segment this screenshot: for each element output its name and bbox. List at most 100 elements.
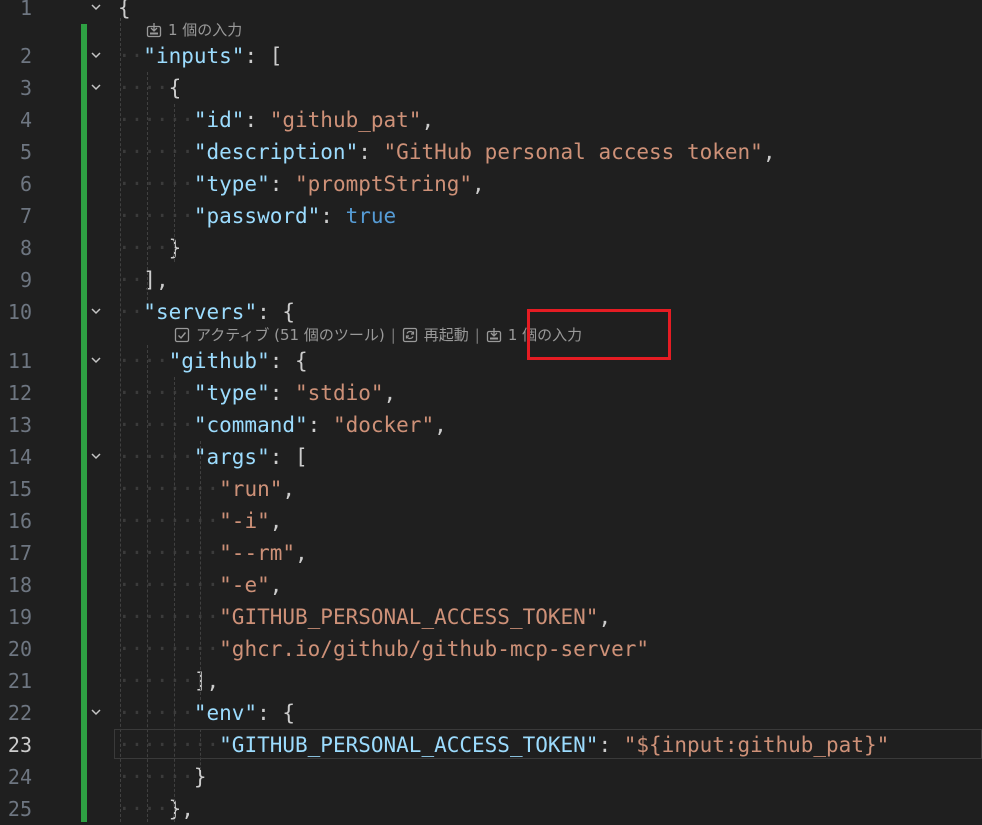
- json-punctuation: ,: [472, 172, 485, 196]
- whitespace-dots: ········: [118, 605, 220, 629]
- line-number: 6: [19, 172, 32, 196]
- fold-chevron-icon[interactable]: [88, 697, 104, 729]
- server-status-label: アクティブ (51 個のツール): [196, 326, 385, 344]
- fold-chevron-icon[interactable]: [88, 441, 104, 473]
- json-punctuation: ,: [269, 509, 283, 533]
- indent-guide: [120, 18, 121, 822]
- json-punctuation: : {: [257, 701, 296, 725]
- json-punctuation: },: [168, 797, 194, 821]
- line-number: 24: [7, 765, 32, 789]
- json-punctuation: : {: [269, 349, 308, 373]
- json-boolean: true: [345, 204, 397, 228]
- code-line[interactable]: ····}: [118, 232, 982, 264]
- json-string: "stdio": [295, 381, 384, 405]
- input-download-icon: [146, 23, 162, 38]
- whitespace-dots: ······: [118, 701, 194, 725]
- code-line[interactable]: ··],: [118, 264, 982, 296]
- code-line[interactable]: ··"inputs": [: [118, 40, 982, 72]
- line-number: 18: [7, 573, 32, 597]
- line-number: 9: [19, 268, 32, 292]
- fold-chevron-icon[interactable]: [88, 345, 104, 377]
- json-punctuation: {: [168, 76, 182, 100]
- code-line[interactable]: ········"ghcr.io/github/github-mcp-serve…: [118, 633, 982, 665]
- indent-guide: [146, 72, 148, 300]
- server-status-button[interactable]: アクティブ (51 個のツール): [174, 323, 385, 347]
- line-number: 25: [7, 797, 32, 821]
- whitespace-dots: ··: [118, 44, 144, 68]
- json-punctuation: : [: [244, 44, 283, 68]
- json-key: "description": [193, 140, 359, 164]
- json-key: "args": [193, 445, 270, 469]
- whitespace-dots: ······: [118, 445, 194, 469]
- json-punctuation: ,: [383, 381, 397, 405]
- git-modified-indicator[interactable]: [81, 24, 87, 822]
- code-line[interactable]: ······],: [118, 665, 982, 697]
- whitespace-dots: ······: [118, 140, 194, 164]
- code-line[interactable]: ········"-e",: [118, 569, 982, 601]
- json-punctuation: ,: [421, 108, 435, 132]
- code-line[interactable]: ······"args": [: [118, 441, 982, 473]
- fold-chevron-icon[interactable]: [88, 0, 104, 24]
- line-number: 16: [7, 509, 32, 533]
- json-punctuation: :: [307, 413, 333, 437]
- line-number: 13: [7, 413, 32, 437]
- code-line[interactable]: ······"type": "stdio",: [118, 377, 982, 409]
- json-punctuation: ,: [282, 477, 296, 501]
- code-line[interactable]: ····},: [118, 793, 982, 825]
- code-line[interactable]: ······"id": "github_pat",: [118, 104, 982, 136]
- code-line[interactable]: ········"GITHUB_PERSONAL_ACCESS_TOKEN",: [118, 601, 982, 633]
- whitespace-dots: ····: [118, 797, 169, 821]
- fold-chevron-icon[interactable]: [88, 72, 104, 104]
- codelens-inputs-button[interactable]: 1 個の入力: [146, 18, 242, 42]
- code-line[interactable]: ········"run",: [118, 473, 982, 505]
- code-line[interactable]: ······"type": "promptString",: [118, 168, 982, 200]
- whitespace-dots: ······: [118, 381, 194, 405]
- code-line[interactable]: {: [118, 0, 982, 24]
- code-line[interactable]: ······"command": "docker",: [118, 409, 982, 441]
- json-key: "type": [193, 381, 270, 405]
- line-number: 4: [19, 108, 32, 132]
- line-number: 22: [7, 701, 32, 725]
- json-punctuation: :: [244, 108, 270, 132]
- line-number: 12: [7, 381, 32, 405]
- line-number: 21: [7, 669, 32, 693]
- whitespace-dots: ······: [118, 204, 194, 228]
- line-number: 8: [19, 236, 32, 260]
- fold-chevron-icon[interactable]: [88, 40, 104, 72]
- code-line[interactable]: ····{: [118, 72, 982, 104]
- code-line[interactable]: ······"description": "GitHub personal ac…: [118, 136, 982, 168]
- code-line[interactable]: ······"password": true: [118, 200, 982, 232]
- line-number: 5: [19, 140, 32, 164]
- codelens-inputs: 1 個の入力: [146, 18, 242, 42]
- codelens-server: アクティブ (51 個のツール) | 再起動 | 1 個の入力: [174, 323, 582, 347]
- annotation-highlight-box: [527, 309, 671, 360]
- code-line[interactable]: ········"-i",: [118, 505, 982, 537]
- json-key: "github": [168, 349, 270, 373]
- json-string: "GITHUB_PERSONAL_ACCESS_TOKEN": [219, 605, 599, 629]
- whitespace-dots: ······: [118, 172, 194, 196]
- whitespace-dots: ······: [118, 669, 194, 693]
- code-line[interactable]: ········"--rm",: [118, 537, 982, 569]
- json-punctuation: ,: [295, 541, 308, 565]
- line-number: 17: [7, 541, 32, 565]
- json-punctuation: :: [269, 172, 296, 196]
- json-punctuation: : [: [269, 445, 308, 469]
- whitespace-dots: ··: [118, 300, 144, 324]
- code-line[interactable]: ······"env": {: [118, 697, 982, 729]
- line-number: 2: [19, 44, 32, 68]
- whitespace-dots: ········: [118, 541, 220, 565]
- whitespace-dots: ········: [118, 477, 220, 501]
- code-line[interactable]: ······}: [118, 761, 982, 793]
- json-string: "github_pat": [269, 108, 422, 132]
- line-number: 19: [7, 605, 32, 629]
- whitespace-dots: ······: [118, 108, 194, 132]
- fold-chevron-icon[interactable]: [88, 296, 104, 328]
- line-number: 11: [7, 349, 32, 373]
- line-number: 1: [19, 0, 32, 20]
- json-string: "promptString": [295, 172, 473, 196]
- json-punctuation: :: [320, 204, 346, 228]
- whitespace-dots: ········: [118, 637, 220, 661]
- restart-button[interactable]: 再起動: [402, 323, 469, 347]
- line-number: 10: [7, 300, 32, 324]
- line-number: 20: [7, 637, 32, 661]
